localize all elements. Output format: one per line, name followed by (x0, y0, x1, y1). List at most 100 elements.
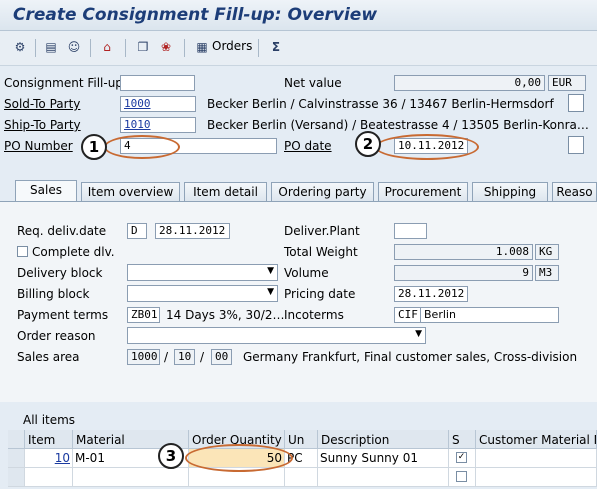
chevron-down-icon: ▼ (415, 329, 422, 339)
checkbox[interactable] (456, 471, 467, 482)
deliver-plant-label: Deliver.Plant (284, 224, 360, 238)
chevron-down-icon: ▼ (267, 287, 274, 297)
print-icon[interactable] (568, 136, 584, 154)
column-header-customer-material[interactable]: Customer Material Nu (476, 430, 597, 449)
sales-area-text: Germany Frankfurt, Final customer sales,… (243, 350, 578, 364)
payment-terms-text: 14 Days 3%, 30/2… (166, 308, 285, 322)
po-date-label: PO date (284, 139, 332, 153)
callout-badge: 2 (355, 131, 381, 157)
column-header-s[interactable]: S (449, 430, 476, 449)
incoterms-place-field[interactable]: Berlin (420, 307, 559, 323)
sold-to-label: Sold-To Party (4, 97, 81, 111)
fillup-field[interactable] (120, 75, 195, 91)
highlight-oval (104, 135, 180, 159)
select-all-cell[interactable] (8, 430, 25, 449)
toolbar-separator (125, 39, 126, 57)
checkbox-checked[interactable]: ✓ (456, 452, 467, 463)
column-header-description[interactable]: Description (318, 430, 449, 449)
pricing-date-field[interactable]: 28.11.2012 (394, 286, 468, 302)
document-icon[interactable] (568, 94, 584, 112)
home-icon[interactable]: ⌂ (99, 39, 115, 55)
display-change-icon[interactable]: ⚙ (12, 39, 28, 55)
billing-block-select[interactable]: ▼ (127, 285, 278, 302)
ship-to-address: Becker Berlin (Versand) / Beatestrasse 4… (207, 118, 589, 132)
sold-to-address: Becker Berlin / Calvinstrasse 36 / 13467… (207, 97, 554, 111)
order-reason-label: Order reason (17, 329, 96, 343)
tab-ordering-party[interactable]: Ordering party (271, 182, 374, 201)
description-cell[interactable]: Sunny Sunny 01 (318, 449, 449, 468)
callout-badge: 3 (158, 443, 184, 469)
complete-dlv-label: Complete dlv. (32, 245, 115, 259)
deliver-plant-field[interactable] (394, 223, 427, 239)
unit-cell[interactable] (285, 468, 318, 487)
row-selector[interactable] (8, 449, 25, 468)
req-deliv-date-field[interactable]: 28.11.2012 (155, 223, 230, 239)
callout-badge: 1 (81, 134, 107, 160)
item-number-cell[interactable]: 10 (25, 449, 73, 468)
volume-label: Volume (284, 266, 329, 280)
chevron-down-icon: ▼ (267, 266, 274, 276)
req-deliv-type-field[interactable]: D (127, 223, 147, 239)
title-bar: Create Consignment Fill-up: Overview (0, 0, 597, 31)
complete-dlv-checkbox[interactable] (17, 246, 28, 257)
pricing-date-label: Pricing date (284, 287, 356, 301)
po-number-label: PO Number (4, 139, 73, 153)
toolbar-separator (184, 39, 185, 57)
copy-icon[interactable]: ❐ (135, 39, 151, 55)
item-number-cell[interactable] (25, 468, 73, 487)
application-toolbar: ⚙ ▤ ☺ ⌂ ❐ ❀ ▦ Orders Σ (0, 31, 597, 66)
division-field: 00 (211, 349, 232, 365)
s-cell[interactable]: ✓ (449, 449, 476, 468)
orders-icon[interactable]: ▦ (194, 39, 210, 55)
volume-field: 9 (394, 265, 533, 281)
tab-item-detail[interactable]: Item detail (184, 182, 267, 201)
tab-item-overview[interactable]: Item overview (81, 182, 180, 201)
page-title: Create Consignment Fill-up: Overview (13, 5, 378, 25)
items-section-label: All items (23, 413, 76, 427)
tab-strip: Sales Item overview Item detail Ordering… (0, 180, 597, 202)
req-deliv-label: Req. deliv.date (17, 224, 107, 238)
sold-to-field[interactable]: 1000 (120, 96, 196, 112)
highlight-oval (375, 134, 479, 160)
net-value-label: Net value (284, 76, 342, 90)
header-icon[interactable]: ▤ (43, 39, 59, 55)
description-cell[interactable] (318, 468, 449, 487)
column-header-item[interactable]: Item (25, 430, 73, 449)
material-cell[interactable] (73, 468, 189, 487)
s-cell[interactable] (449, 468, 476, 487)
sales-org-field: 1000 (127, 349, 160, 365)
billing-block-label: Billing block (17, 287, 90, 301)
order-reason-select[interactable]: ▼ (127, 327, 426, 344)
sales-area-label: Sales area (17, 350, 80, 364)
payment-terms-label: Payment terms (17, 308, 109, 322)
ship-to-label: Ship-To Party (4, 118, 81, 132)
toolbar-separator (258, 39, 259, 57)
customer-material-cell[interactable] (476, 449, 597, 468)
fillup-label: Consignment Fill-up (4, 76, 123, 90)
total-weight-field: 1.008 (394, 244, 533, 260)
tab-shipping[interactable]: Shipping (472, 182, 548, 201)
sum-icon[interactable]: Σ (268, 39, 284, 55)
customer-material-cell[interactable] (476, 468, 597, 487)
currency-field: EUR (548, 75, 586, 91)
orders-button[interactable]: Orders (212, 39, 252, 53)
incoterms-code-field[interactable]: CIF (394, 307, 421, 323)
payment-terms-field[interactable]: ZB01 (127, 307, 160, 323)
tab-reason[interactable]: Reaso (552, 182, 597, 201)
total-weight-unit: KG (535, 244, 559, 260)
delivery-block-select[interactable]: ▼ (127, 264, 278, 281)
delivery-block-label: Delivery block (17, 266, 103, 280)
incoterms-label: Incoterms (284, 308, 344, 322)
ship-to-field[interactable]: 1010 (120, 117, 196, 133)
toolbar-separator (35, 39, 36, 57)
column-header-unit[interactable]: Un (285, 430, 318, 449)
separator-slash: / (200, 350, 205, 364)
volume-unit: M3 (535, 265, 559, 281)
highlight-oval (185, 444, 293, 472)
tab-sales[interactable]: Sales (15, 180, 77, 202)
separator-slash: / (164, 350, 169, 364)
settings-icon[interactable]: ❀ (158, 39, 174, 55)
partner-icon[interactable]: ☺ (66, 39, 82, 55)
tab-procurement[interactable]: Procurement (378, 182, 468, 201)
row-selector[interactable] (8, 468, 25, 487)
